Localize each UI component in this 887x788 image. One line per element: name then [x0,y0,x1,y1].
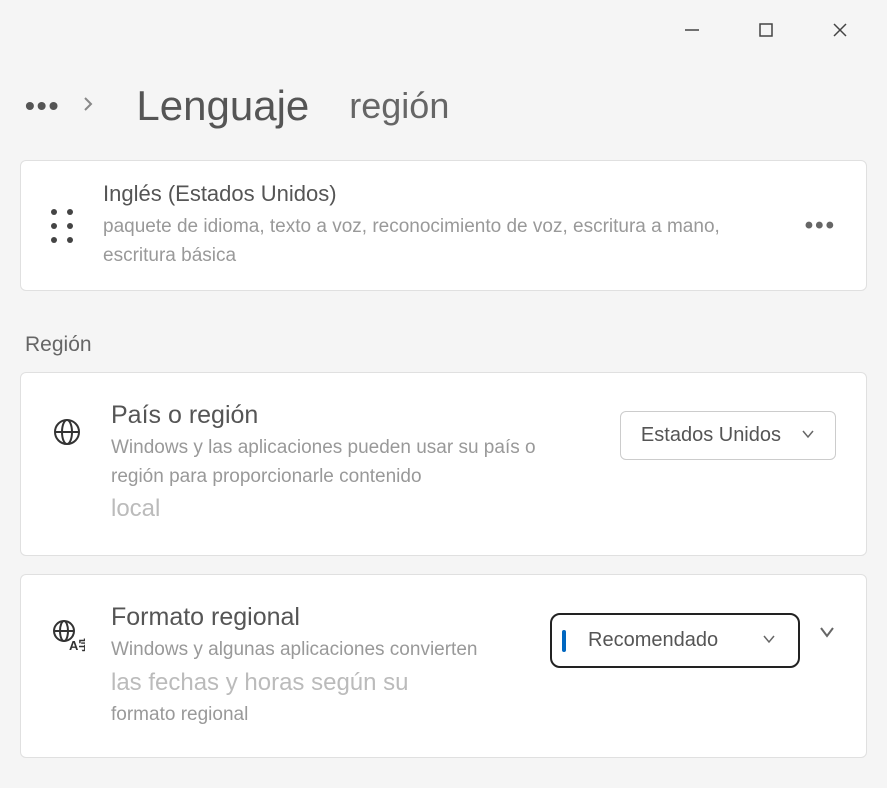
country-dropdown-value: Estados Unidos [641,424,781,447]
country-region-desc-local: local [111,491,592,527]
regional-format-desc3: formato regional [111,701,522,730]
drag-handle-icon[interactable] [51,209,73,243]
format-dropdown-value: Recomendado [588,629,718,652]
language-name: Inglés (Estados Unidos) [103,181,775,207]
globe-icon [51,416,83,448]
language-item[interactable]: Inglés (Estados Unidos) paquete de idiom… [20,160,867,291]
region-section-label: Región [20,313,867,372]
page-subtitle: región [349,85,449,127]
maximize-button[interactable] [754,18,778,42]
regional-format-card: A字 Formato regional Windows y algunas ap… [20,574,867,758]
regional-format-desc1: Windows y algunas aplicaciones convierte… [111,636,522,665]
page-title: Lenguaje [136,82,309,130]
regional-format-desc2: las fechas y horas según su [111,665,522,701]
language-features: paquete de idioma, texto a voz, reconoci… [103,213,775,270]
format-dropdown[interactable]: Recomendado [550,613,800,668]
chevron-down-icon [801,424,815,447]
minimize-button[interactable] [680,18,704,42]
chevron-right-icon [80,96,96,117]
svg-text:A字: A字 [69,638,85,652]
breadcrumb: ••• Lenguaje región [0,52,887,160]
country-region-title: País o región [111,401,592,430]
globe-translate-icon: A字 [51,618,83,650]
regional-format-body: Formato regional Windows y algunas aplic… [111,603,522,729]
more-options-icon[interactable]: ••• [805,212,836,240]
expand-chevron-icon[interactable] [818,623,836,646]
regional-format-title: Formato regional [111,603,522,632]
close-button[interactable] [828,18,852,42]
country-region-card: País o región Windows y las aplicaciones… [20,372,867,556]
language-item-body: Inglés (Estados Unidos) paquete de idiom… [103,181,775,270]
window-controls [0,0,887,52]
chevron-down-icon [762,629,776,652]
breadcrumb-more-icon[interactable]: ••• [25,90,60,122]
country-region-body: País o región Windows y las aplicaciones… [111,401,592,527]
country-dropdown[interactable]: Estados Unidos [620,411,836,460]
country-region-desc: Windows y las aplicaciones pueden usar s… [111,434,592,491]
